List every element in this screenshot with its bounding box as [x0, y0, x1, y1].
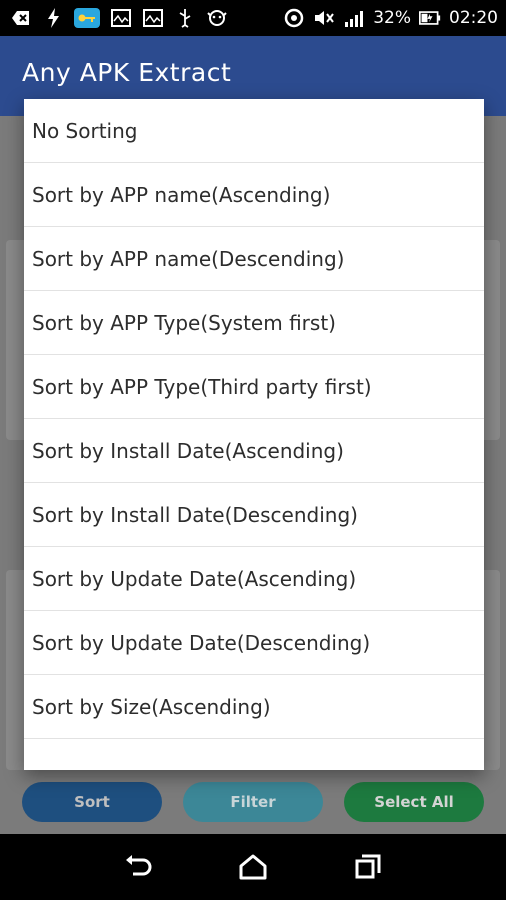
select-all-button[interactable]: Select All: [344, 782, 484, 822]
bottom-action-bar: Sort Filter Select All: [0, 770, 506, 834]
battery-icon: [419, 8, 441, 28]
sort-option-app-type-third-party-first[interactable]: Sort by APP Type(Third party first): [24, 355, 484, 419]
dog-icon: [206, 8, 228, 28]
sort-option-size-ascending[interactable]: Sort by Size(Ascending): [24, 675, 484, 739]
sort-option-partial[interactable]: [24, 739, 484, 770]
sort-dialog: No Sorting Sort by APP name(Ascending) S…: [24, 99, 484, 770]
mute-icon: [313, 8, 335, 28]
sort-button[interactable]: Sort: [22, 782, 162, 822]
navigation-bar: [0, 834, 506, 900]
back-icon: [10, 8, 32, 28]
app-title: Any APK Extract: [22, 58, 232, 87]
circle-icon: [283, 8, 305, 28]
chart-icon: [110, 8, 132, 28]
lightning-icon: [42, 8, 64, 28]
sort-option-install-date-descending[interactable]: Sort by Install Date(Descending): [24, 483, 484, 547]
sort-option-install-date-ascending[interactable]: Sort by Install Date(Ascending): [24, 419, 484, 483]
key-icon: [74, 8, 100, 28]
status-bar: 32% 02:20: [0, 0, 506, 36]
back-nav-icon[interactable]: [118, 847, 158, 887]
home-nav-icon[interactable]: [233, 847, 273, 887]
sort-option-no-sorting[interactable]: No Sorting: [24, 99, 484, 163]
sort-option-app-type-system-first[interactable]: Sort by APP Type(System first): [24, 291, 484, 355]
sort-option-update-date-ascending[interactable]: Sort by Update Date(Ascending): [24, 547, 484, 611]
chart-icon-2: [142, 8, 164, 28]
clock: 02:20: [449, 8, 498, 28]
filter-button[interactable]: Filter: [183, 782, 323, 822]
sort-option-app-name-descending[interactable]: Sort by APP name(Descending): [24, 227, 484, 291]
usb-icon: [174, 8, 196, 28]
signal-icon: [343, 8, 365, 28]
sort-option-app-name-ascending[interactable]: Sort by APP name(Ascending): [24, 163, 484, 227]
sort-option-update-date-descending[interactable]: Sort by Update Date(Descending): [24, 611, 484, 675]
recents-nav-icon[interactable]: [348, 847, 388, 887]
battery-percent: 32%: [373, 8, 411, 28]
